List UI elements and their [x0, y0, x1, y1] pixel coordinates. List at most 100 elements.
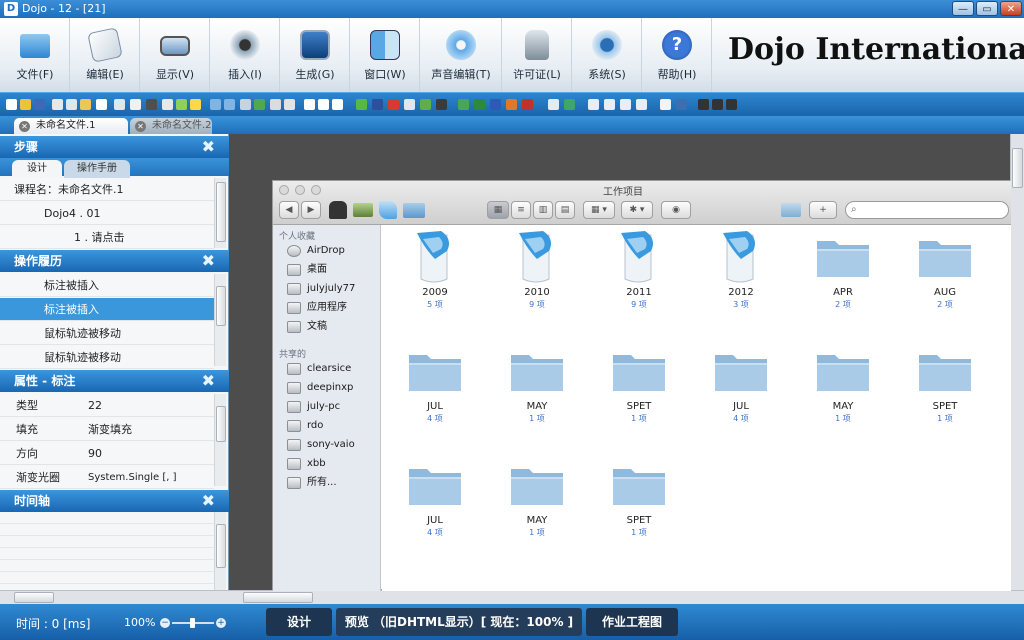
menu-insert-button[interactable]: 插入(I) — [210, 18, 280, 92]
close-panel-icon[interactable]: ✖ — [202, 136, 215, 158]
finder-item[interactable]: SPET 1 项 — [594, 343, 684, 443]
finder-item[interactable]: SPET 1 项 — [594, 457, 684, 557]
cut-icon[interactable] — [52, 99, 63, 110]
canvas-hscrollbar[interactable] — [229, 590, 1024, 604]
scroll-thumb[interactable] — [216, 286, 226, 326]
subtab-design[interactable]: 设计 — [12, 160, 62, 178]
record-icon[interactable] — [676, 99, 687, 110]
finder-item[interactable]: MAY 1 项 — [492, 457, 582, 557]
history-panel-header[interactable]: 操作履历 ✖ — [0, 250, 229, 272]
network-icon[interactable] — [564, 99, 575, 110]
timeline-area[interactable] — [0, 512, 214, 590]
layout-1-icon[interactable] — [588, 99, 599, 110]
excel-icon[interactable] — [474, 99, 485, 110]
finder-item[interactable]: 2011 9 项 — [594, 229, 684, 329]
restore-button[interactable]: ▭ — [976, 1, 998, 16]
finder-item[interactable]: AUG 2 项 — [900, 229, 990, 329]
web-icon[interactable] — [458, 99, 469, 110]
sidebar-item-all[interactable]: 所有... — [285, 475, 337, 491]
edit-text-icon[interactable] — [240, 99, 251, 110]
new-folder-icon[interactable] — [781, 203, 801, 217]
history-scrollbar[interactable] — [214, 274, 226, 366]
scroll-thumb[interactable] — [216, 182, 226, 242]
finder-item[interactable]: APR 2 项 — [798, 229, 888, 329]
menu-edit-button[interactable]: 编辑(E) — [70, 18, 140, 92]
timer-icon[interactable] — [284, 99, 295, 110]
close-tab-icon[interactable]: ✕ — [19, 121, 30, 132]
scroll-thumb[interactable] — [216, 524, 226, 568]
play-icon[interactable] — [660, 99, 671, 110]
sidebar-item-home[interactable]: julyjuly77 — [285, 281, 355, 297]
word-icon[interactable] — [490, 99, 501, 110]
view-coverflow-button[interactable]: ▤ — [555, 201, 575, 219]
sidebar-item-documents[interactable]: 文稿 — [285, 319, 327, 335]
menu-window-button[interactable]: 窗口(W) — [350, 18, 420, 92]
mode-workflow-tab[interactable]: 作业工程图 — [586, 608, 678, 636]
sidebar-item-desktop[interactable]: 桌面 — [285, 262, 327, 278]
scroll-thumb[interactable] — [14, 592, 54, 603]
history-item[interactable]: 鼠标轨迹被移动 — [0, 346, 214, 369]
layout-4-icon[interactable] — [636, 99, 647, 110]
step-item-row[interactable]: 1 . 请点击 — [0, 226, 214, 249]
zoom-out-button[interactable]: − — [160, 618, 170, 628]
sidebar-item-applications[interactable]: 应用程序 — [285, 300, 347, 316]
undo-icon[interactable] — [210, 99, 221, 110]
finder-item[interactable]: MAY 1 项 — [492, 343, 582, 443]
callout-icon[interactable] — [114, 99, 125, 110]
powerpoint-icon[interactable] — [506, 99, 517, 110]
tool-icon[interactable] — [176, 99, 187, 110]
sidebar-item-shared[interactable]: xbb — [285, 456, 326, 472]
arrange-button[interactable]: ▦ ▾ — [583, 201, 615, 219]
doc-tab-1[interactable]: ✕ 未命名文件.1 — [14, 118, 128, 134]
zoom-slider[interactable]: − + — [160, 618, 226, 628]
history-item[interactable]: 标注被插入 — [0, 274, 214, 297]
finder-minimize-button[interactable] — [295, 185, 305, 195]
frame-icon[interactable] — [404, 99, 415, 110]
close-tab-icon[interactable]: ✕ — [135, 121, 146, 132]
d-export-icon[interactable] — [372, 99, 383, 110]
sidebar-item-shared[interactable]: deepinxp — [285, 380, 353, 396]
drive-icon[interactable] — [353, 203, 373, 217]
menu-sound-button[interactable]: 声音编辑(T) — [420, 18, 502, 92]
menu-view-button[interactable]: 显示(V) — [140, 18, 210, 92]
scroll-thumb[interactable] — [1012, 148, 1023, 188]
zoom-icon[interactable] — [318, 99, 329, 110]
new-file-icon[interactable] — [6, 99, 17, 110]
close-panel-icon[interactable]: ✖ — [202, 370, 215, 392]
finder-zoom-button[interactable] — [311, 185, 321, 195]
action-gear-button[interactable]: ✱ ▾ — [621, 201, 653, 219]
open-folder-icon[interactable] — [20, 99, 31, 110]
properties-scrollbar[interactable] — [214, 394, 226, 486]
sidebar-item-shared[interactable]: july-pc — [285, 399, 340, 415]
sidebar-item-shared[interactable]: sony-vaio — [285, 437, 355, 453]
property-row[interactable]: 方向 90 — [0, 442, 214, 465]
scroll-thumb[interactable] — [216, 406, 226, 442]
properties-panel-header[interactable]: 属性 - 标注 ✖ — [0, 370, 229, 392]
sidebar-item-airdrop[interactable]: AirDrop — [285, 243, 345, 259]
close-panel-icon[interactable]: ✖ — [202, 490, 215, 512]
forward-button[interactable]: ▶ — [301, 201, 321, 219]
timeline-scrollbar[interactable] — [214, 512, 226, 590]
screen-icon[interactable] — [146, 99, 157, 110]
globe-icon[interactable] — [254, 99, 265, 110]
finder-item[interactable]: JUL 4 项 — [390, 457, 480, 557]
view-icons-button[interactable]: ▦ — [487, 201, 509, 219]
menu-generate-button[interactable]: 生成(G) — [280, 18, 350, 92]
finder-item[interactable]: MAY 1 项 — [798, 343, 888, 443]
rewind-icon[interactable] — [698, 99, 709, 110]
mode-preview-tab[interactable]: 预览 （旧DHTML显示）[ 现在：100% ] — [336, 608, 582, 636]
monitor-icon[interactable] — [548, 99, 559, 110]
zoom-in-icon[interactable] — [304, 99, 315, 110]
delete-icon[interactable] — [96, 99, 107, 110]
redo-icon[interactable] — [224, 99, 235, 110]
doc-tab-2[interactable]: ✕ 未命名文件.2 — [130, 118, 212, 134]
finder-item[interactable]: SPET 1 项 — [900, 343, 990, 443]
menu-file-button[interactable]: 文件(F) — [0, 18, 70, 92]
step-course-row[interactable]: 课程名：未命名文件.1 — [0, 178, 214, 201]
finder-item[interactable]: JUL 4 项 — [696, 343, 786, 443]
layout-3-icon[interactable] — [620, 99, 631, 110]
end-icon[interactable] — [726, 99, 737, 110]
close-button[interactable]: ✕ — [1000, 1, 1022, 16]
timeline-hscrollbar[interactable] — [0, 590, 229, 604]
copy-icon[interactable] — [66, 99, 77, 110]
